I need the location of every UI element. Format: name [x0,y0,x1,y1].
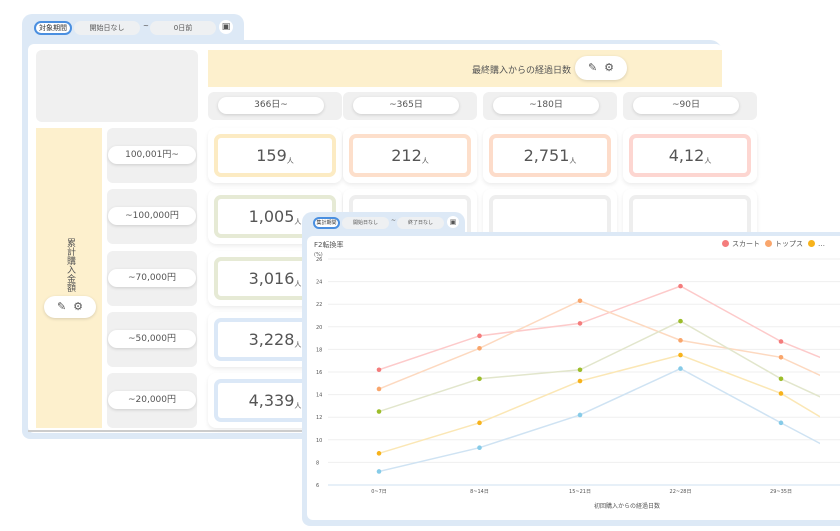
data-point[interactable] [477,420,482,426]
calendar-icon[interactable]: ▣ [219,20,233,34]
matrix-cell[interactable]: 159 人 [208,128,342,183]
x-tick-label: 22~28日 [670,489,692,495]
f2-conversion-chart: 68101214161820222426(%)0~7日 8~14日 15~21日 22… [314,252,840,510]
data-point[interactable] [577,367,583,373]
y-tick-label: 20 [316,325,322,331]
cell-count: 159 [256,146,287,165]
column-label[interactable]: ~90日 [633,97,739,114]
cell-count: 4,339 [248,391,295,410]
data-point[interactable] [678,318,683,324]
y-tick-label: 22 [316,302,322,308]
corner-cell [36,50,198,122]
y-tick-label: 24 [316,280,322,286]
end-date-field[interactable]: 0日前 [150,21,216,35]
matrix-cell[interactable]: 2,751 人 [483,128,617,183]
gear-icon[interactable]: ⚙ [73,300,83,313]
period-label: 対象期間 [34,21,72,35]
x-tick-label: 0~7日 [371,489,387,495]
column-header: 366日~ [208,92,342,120]
row-label[interactable]: ~100,000円 [108,207,196,225]
cell-count: 4,12 [668,146,705,165]
row-header: ~100,000円 [107,189,197,244]
column-label[interactable]: ~365日 [353,97,459,114]
x-tick-label: 29~35日 [770,489,792,495]
row-header: ~50,000円 [107,312,197,367]
x-tick-label: 15~21日 [569,489,591,495]
cell-count: 2,751 [523,146,570,165]
date-separator: ~ [143,22,149,30]
row-label[interactable]: 100,001円~ [108,146,196,164]
y-tick-label: 12 [316,415,322,421]
column-header: ~365日 [343,92,477,120]
row-header: 100,001円~ [107,128,197,183]
y-tick-label: 14 [316,393,322,399]
data-point[interactable] [678,283,683,289]
row-axis-title: 累計購入金額 [65,238,75,292]
row-label[interactable]: ~70,000円 [108,269,196,287]
data-point[interactable] [477,345,482,351]
data-point[interactable] [376,386,382,392]
column-header: ~180日 [483,92,617,120]
cell-count: 1,005 [248,207,295,226]
data-point[interactable] [778,339,784,344]
y-tick-label: 16 [316,370,322,376]
start-date-field[interactable]: 開始日なし [74,21,140,35]
column-label[interactable]: ~180日 [493,97,599,114]
y-axis-unit: (%) [314,252,323,258]
data-point[interactable] [477,376,482,382]
cell-count: 3,228 [248,330,295,349]
data-point[interactable] [376,469,382,474]
cell-unit: 人 [286,156,294,165]
pencil-icon[interactable]: ✎ [57,300,66,313]
data-point[interactable] [577,321,583,326]
gear-icon[interactable]: ⚙ [604,61,614,74]
data-point[interactable] [678,352,683,358]
data-point[interactable] [577,298,583,304]
cell-unit: 人 [294,340,302,349]
row-label[interactable]: ~50,000円 [108,330,196,348]
x-axis-title: 初回購入からの経過日数 [594,502,660,510]
cell-unit: 人 [294,401,302,410]
data-point[interactable] [678,338,683,343]
data-point[interactable] [376,409,382,414]
y-tick-label: 8 [316,460,319,466]
column-header: ~90日 [623,92,757,120]
data-point[interactable] [577,378,583,384]
col-axis-title: 最終購入からの経過日数 [472,66,572,76]
cell-unit: 人 [294,279,302,288]
data-point[interactable] [778,420,784,426]
data-point[interactable] [678,366,683,371]
pencil-icon[interactable]: ✎ [588,61,597,74]
data-point[interactable] [778,376,784,382]
data-point[interactable] [778,391,784,396]
data-point[interactable] [477,445,482,451]
cell-count: 3,016 [248,269,295,288]
row-header: ~20,000円 [107,373,197,428]
column-label[interactable]: 366日~ [218,97,324,114]
matrix-cell[interactable]: 212 人 [343,128,477,183]
y-tick-label: 10 [316,438,322,444]
data-point[interactable] [376,367,382,373]
series-line [378,285,820,371]
cell-unit: 人 [294,217,302,226]
row-label[interactable]: ~20,000円 [108,391,196,409]
cell-unit: 人 [421,156,429,165]
row-axis-header: 累計購入金額 ✎ ⚙ [36,128,102,428]
col-axis-header: 最終購入からの経過日数 ✎ ⚙ [208,50,722,87]
matrix-cell[interactable]: 4,12 人 [623,128,757,183]
chart-window: 集計期間 開始日なし ~ 終了日なし ▣ F2転換率 スカート トップス… 681… [302,212,840,526]
data-point[interactable] [376,451,382,456]
series-line [378,354,820,455]
data-point[interactable] [778,355,784,360]
x-tick-label: 8~14日 [470,489,489,495]
cell-unit: 人 [569,156,577,165]
data-point[interactable] [577,412,583,418]
y-tick-label: 18 [316,347,322,353]
y-tick-label: 6 [316,483,319,489]
row-header: ~70,000円 [107,251,197,306]
data-point[interactable] [477,333,482,339]
series-line [378,367,820,473]
cell-unit: 人 [704,156,712,165]
cell-count: 212 [391,146,422,165]
